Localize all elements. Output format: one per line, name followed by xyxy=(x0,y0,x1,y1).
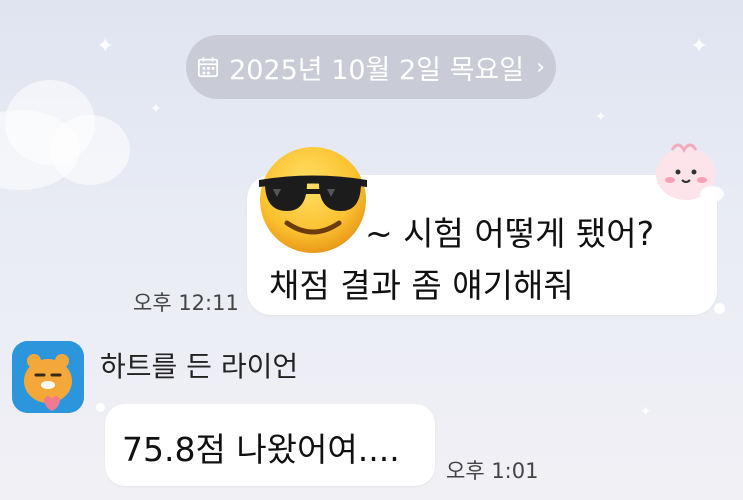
sparkle-icon: ✦ xyxy=(640,404,652,420)
message-text-line2: 채점 결과 좀 얘기해줘 xyxy=(269,266,574,305)
date-divider[interactable]: 2025년 10월 2일 목요일 › xyxy=(186,35,556,99)
sparkle-icon: ✦ xyxy=(690,34,709,59)
sparkle-icon: ✦ xyxy=(595,109,607,125)
calendar-icon xyxy=(197,57,219,78)
lion-with-heart-avatar xyxy=(12,341,84,413)
bubble-tail-dot xyxy=(96,403,105,412)
message-text-line1: ~ 시험 어떻게 됐어? xyxy=(365,214,655,253)
sparkle-icon: ✦ xyxy=(150,101,162,117)
apeach-sticker xyxy=(656,143,724,202)
date-label: 2025년 10월 2일 목요일 xyxy=(229,54,525,86)
message-text: 75.8점 나왔어여.... xyxy=(122,430,400,469)
sunglasses-face-emoji xyxy=(259,147,367,253)
incoming-message-bubble[interactable]: 75.8점 나왔어여.... xyxy=(105,404,435,486)
sparkle-icon: ✦ xyxy=(96,34,115,59)
bubble-tail-dot xyxy=(714,303,725,314)
message-time: 오후 12:11 xyxy=(133,291,239,315)
cloud-decoration xyxy=(0,70,130,200)
avatar[interactable] xyxy=(12,341,84,413)
sender-name: 하트를 든 라이언 xyxy=(100,350,299,383)
chevron-right-icon: › xyxy=(536,54,545,80)
message-time: 오후 1:01 xyxy=(446,459,539,483)
